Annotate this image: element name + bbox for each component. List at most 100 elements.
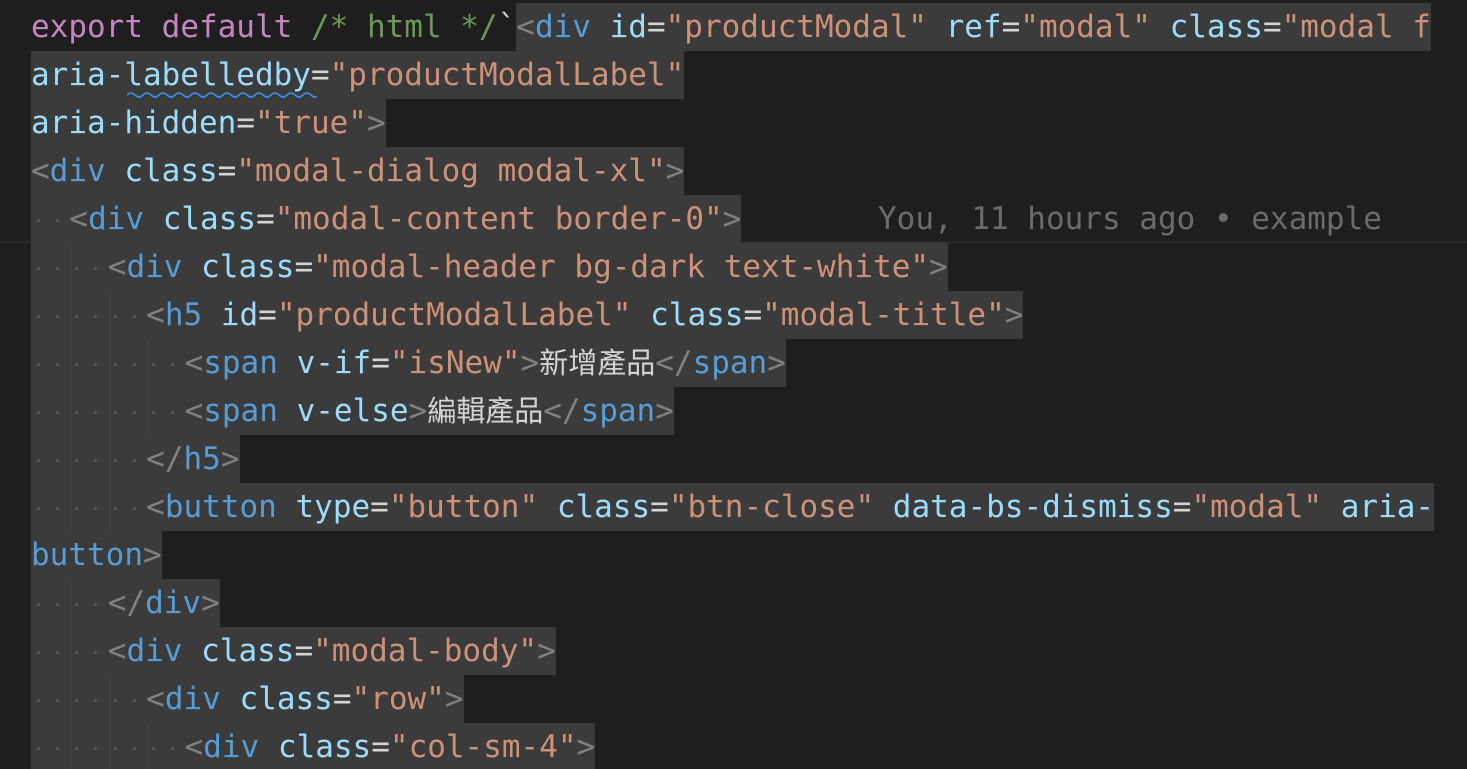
token-punctuation: </ [655,339,693,387]
token-text: = [1172,483,1192,531]
code-line: <div class="modal-body"> [31,627,556,675]
token-punctuation: > [665,147,685,195]
indent-guide [147,723,149,769]
indent-guide [147,339,149,387]
indent-whitespace [107,387,147,435]
token-attribute: class [201,627,295,675]
token-attribute: data-bs-dismiss [892,483,1173,531]
indent-whitespace [31,579,70,627]
token-string: "modal-content border-0" [274,195,723,243]
token-punctuation: > [929,243,948,291]
token-attribute: class [239,675,333,723]
token-text [144,195,163,243]
token-string: "modal" [1191,483,1323,531]
token-punctuation: < [184,723,204,769]
token-punctuation: > [655,387,674,435]
token-string: "modal f [1281,3,1431,51]
code-line: <span v-else>編輯產品</span> [31,387,674,435]
token-text [538,483,557,531]
code-line: <h5 id="productModalLabel" class="modal-… [31,291,1024,339]
token-attribute: type [295,483,371,531]
indent-guide [108,675,110,723]
token-text: = [294,627,314,675]
token-text: = [217,147,237,195]
code-line: <div class="modal-content border-0"> [31,195,742,243]
token-string: "productModalLabel" [276,291,632,339]
token-tag: h5 [164,291,203,339]
token-attribute: ref [945,3,1002,51]
indent-whitespace [69,387,108,435]
token-tag: button [31,531,143,579]
code-line: <div class="col-sm-4"> [31,723,596,769]
token-tag: span [203,339,278,387]
indent-whitespace [31,627,70,675]
token-text: ` [497,9,517,45]
indent-whitespace [146,723,185,769]
token-text: = [371,723,390,769]
token-punctuation: > [366,99,386,147]
token-string: "modal" [1020,3,1151,51]
indent-whitespace [69,243,108,291]
token-attribute: class [650,291,744,339]
token-tag: div [145,579,202,627]
token-text [590,3,610,51]
token-punctuation: </ [107,579,146,627]
code-line: export default /* html */`<div id="produ… [31,3,1431,51]
token-punctuation: < [69,195,89,243]
indent-guide [70,579,72,627]
indent-whitespace [146,387,185,435]
indent-whitespace [107,675,147,723]
indent-guide [70,243,72,291]
token-text [631,291,651,339]
token-string: "row" [351,675,445,723]
token-text: 編輯產品 [427,387,544,435]
indent-whitespace [31,339,70,387]
indent-whitespace [31,195,70,243]
token-text [276,483,296,531]
indent-guide [108,339,110,387]
indent-whitespace [107,435,147,483]
token-punctuation: < [184,387,204,435]
token-text [202,291,221,339]
token-punctuation: > [1004,291,1024,339]
token-punctuation: < [107,627,127,675]
token-string: "isNew" [389,339,521,387]
token-punctuation: > [722,195,742,243]
indent-whitespace [31,483,70,531]
token-tag: div [88,195,145,243]
token-punctuation: > [142,531,162,579]
token-text: = [370,483,389,531]
code-line: <div class="modal-header bg-dark text-wh… [31,243,948,291]
indent-guide [147,387,149,435]
token-attribute: v-else [296,387,409,435]
indent-whitespace [31,435,70,483]
token-string: "productModal" [665,3,927,51]
indent-guide [70,483,72,531]
token-attribute: class [162,195,257,243]
token-tag: div [126,627,183,675]
indent-whitespace [69,435,108,483]
token-text [259,723,278,769]
token-string: "modal-body" [313,627,538,675]
token-attribute: class [201,243,295,291]
indent-whitespace [31,675,70,723]
indent-whitespace [31,291,70,339]
token-text: = [258,291,277,339]
token-attribute: aria- [1340,483,1435,531]
token-attribute: aria-hidden [31,99,237,147]
token-string: "modal-dialog modal-xl" [236,147,666,195]
code-editor[interactable]: export default /* html */`<div id="produ… [0,0,1467,769]
indent-whitespace [107,723,147,769]
code-line: <div class="row"> [31,675,464,723]
token-text [277,339,297,387]
token-punctuation: > [201,579,220,627]
token-text: = [236,99,255,147]
token-keyword: default [161,9,293,45]
code-line: </div> [31,579,220,627]
code-line: <div class="modal-dialog modal-xl"> [31,147,685,195]
token-punctuation: > [444,675,464,723]
token-punctuation: < [146,483,165,531]
token-string: "true" [254,99,367,147]
indent-guide [70,435,72,483]
